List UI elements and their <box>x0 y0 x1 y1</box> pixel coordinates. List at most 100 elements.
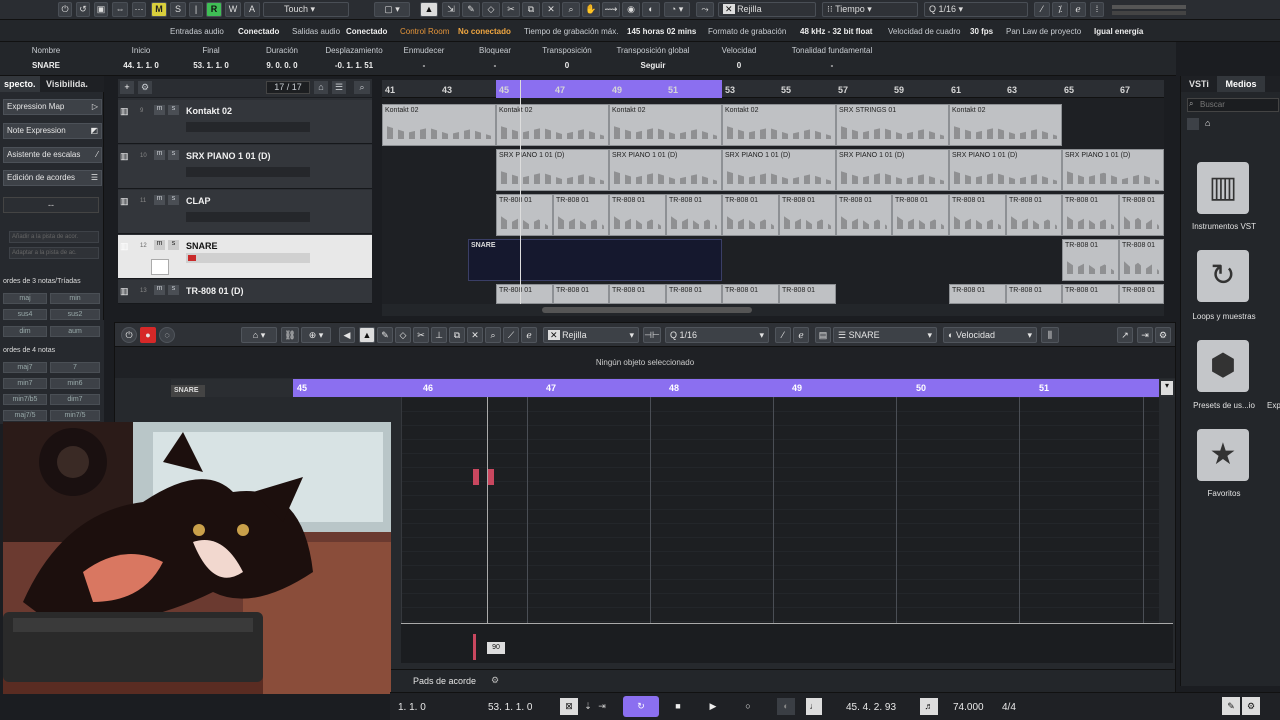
editor-pencil-icon[interactable]: ✎ <box>377 327 393 343</box>
editor-record-icon[interactable]: ● <box>140 327 156 343</box>
note-expression-button[interactable]: Note Expression ◩ <box>3 123 102 139</box>
pointer-tool-icon[interactable]: ▲ <box>420 2 438 17</box>
split-tool-icon[interactable]: ✂ <box>502 2 520 17</box>
time-format-icon[interactable]: ♩ <box>806 698 822 715</box>
transport-edit-icon[interactable]: ✎ <box>1222 697 1240 715</box>
midi-part[interactable]: TR-808 01 <box>779 194 836 236</box>
media-back-icon[interactable] <box>1187 118 1199 130</box>
cycle-button[interactable]: ↻ <box>623 696 659 717</box>
track-row-selected[interactable]: ▥ 12 m s SNARE <box>118 235 372 279</box>
pencil-tool-icon[interactable]: ✎ <box>462 2 480 17</box>
track-mute-button[interactable]: m <box>154 240 165 250</box>
activate-icon[interactable]: ⏻ <box>58 2 72 17</box>
track-row[interactable]: ▥ 13 m s TR-808 01 (D) <box>118 280 372 304</box>
track-solo-button[interactable]: s <box>168 195 179 205</box>
editor-equalizer-icon[interactable]: ⫼ <box>1041 327 1059 343</box>
metronome-icon[interactable]: ◐ <box>777 698 795 715</box>
iterative-quantize-icon[interactable]: ℯ <box>1070 2 1086 17</box>
track-controls[interactable] <box>186 122 310 132</box>
chord-min[interactable]: min <box>50 293 100 304</box>
dots-icon[interactable]: ⋯ <box>132 2 146 17</box>
tempo-track-icon[interactable]: ♬ <box>920 698 938 715</box>
midi-part[interactable]: Kontakt 02 <box>949 104 1062 146</box>
editor-pointer-icon[interactable]: ▲ <box>359 327 375 343</box>
track-controls[interactable] <box>186 253 310 263</box>
record-enable-button[interactable] <box>188 255 196 261</box>
midi-part[interactable]: TR-808 01 <box>1119 194 1164 236</box>
editor-lane-select[interactable]: ◐ Velocidad ▾ <box>943 327 1037 343</box>
midi-part[interactable]: SRX STRINGS 01 <box>836 104 949 146</box>
editor-link-icon[interactable]: ⛓ <box>281 327 299 343</box>
piano-keys-icon[interactable]: ▥ <box>1197 162 1249 214</box>
editor-note-color-icon[interactable]: ▤ <box>815 327 831 343</box>
adapt-chord-track-button[interactable]: Adaptar a la pista de ac. <box>9 247 99 259</box>
write-button[interactable]: W <box>225 2 241 17</box>
chord-min6[interactable]: min6 <box>50 378 100 389</box>
editor-mute-icon[interactable]: ✕ <box>467 327 483 343</box>
tools-icon[interactable]: ▢ ▾ <box>374 2 410 17</box>
midi-part[interactable]: TR-808 01 <box>1119 284 1164 304</box>
zoom-tool-icon[interactable]: ⌕ <box>562 2 580 17</box>
editor-power-icon[interactable]: ⏻ <box>121 327 137 343</box>
info-global-transpose[interactable]: Transposición global Seguir <box>612 46 694 70</box>
mute-button[interactable]: M <box>151 2 167 17</box>
monitor-icon[interactable]: ▣ <box>94 2 108 17</box>
listen-icon[interactable]: | <box>189 2 203 17</box>
midi-part[interactable]: TR-808 01 <box>553 194 609 236</box>
cycle-range[interactable] <box>496 80 722 98</box>
track-row[interactable]: ▥ 10 m s SRX PIANO 1 01 (D) <box>118 145 372 189</box>
midi-note[interactable] <box>488 469 494 485</box>
editor-autoscroll-icon[interactable]: ⊕ ▾ <box>301 327 331 343</box>
editor-iterative-icon[interactable]: ℯ <box>793 327 809 343</box>
glue-tool-icon[interactable]: ⧉ <box>522 2 540 17</box>
editor-solo-icon[interactable]: ⌂ ▾ <box>241 327 277 343</box>
track-folder-icon[interactable]: ⌂ <box>314 81 328 94</box>
editor-split-icon[interactable]: ⊥ <box>431 327 447 343</box>
comp-tool-icon[interactable]: ✋ <box>582 2 600 17</box>
midi-part[interactable]: TR-808 01 <box>666 194 722 236</box>
editor-grid-icon[interactable]: ⊣⊢ <box>643 327 661 343</box>
info-start[interactable]: Inicio 44. 1. 1. 0 <box>112 46 170 70</box>
midi-note[interactable] <box>473 469 479 485</box>
time-signature[interactable]: 4/4 <box>1002 699 1016 716</box>
midi-part[interactable]: Kontakt 02 <box>382 104 496 146</box>
chord-edit-button[interactable]: Edición de acordes ☰ <box>3 170 102 186</box>
quantize-reset-icon[interactable]: ⁒ <box>1052 2 1068 17</box>
automation-mode-select[interactable]: Touch ▾ <box>263 2 349 17</box>
midi-part[interactable]: SRX PIANO 1 01 (D) <box>722 149 836 191</box>
editor-snap-select[interactable]: ✕ Rejilla ▾ <box>543 327 639 343</box>
editor-expand-icon[interactable]: ↗ <box>1117 327 1133 343</box>
snap-icon[interactable]: ⤳ <box>696 2 714 17</box>
tab-visibility[interactable]: Visibilida. <box>42 76 90 92</box>
track-controls[interactable] <box>186 167 310 177</box>
editor-trim-icon[interactable]: ✂ <box>413 327 429 343</box>
midi-part[interactable]: SRX PIANO 1 01 (D) <box>1062 149 1164 191</box>
track-solo-button[interactable]: s <box>168 240 179 250</box>
midi-part[interactable]: TR-808 01 <box>609 194 666 236</box>
project-scrollbar[interactable] <box>382 304 1164 316</box>
chord-pads-label[interactable]: Pads de acorde <box>413 676 476 686</box>
chord-maj7[interactable]: maj7 <box>3 362 47 373</box>
star-icon[interactable]: ★ <box>1197 429 1249 481</box>
chord-pads-settings-icon[interactable]: ⚙ <box>491 675 499 686</box>
stop-button[interactable]: ■ <box>665 696 691 717</box>
punch-icon[interactable]: ⇣ <box>582 698 594 715</box>
editor-drumstick-icon[interactable]: ℯ <box>521 327 537 343</box>
editor-monitor-icon[interactable]: ◌ <box>159 327 175 343</box>
project-ruler[interactable]: 41 43 45 47 49 51 53 55 57 59 61 63 65 6… <box>382 80 1164 98</box>
editor-quantize-apply-icon[interactable]: ⁄ <box>775 327 791 343</box>
chord-sus4[interactable]: sus4 <box>3 309 47 320</box>
add-to-chord-track-button[interactable]: Añadir a la pista de acor. <box>9 231 99 243</box>
track-search-icon[interactable]: ⌕ <box>354 81 370 94</box>
midi-part[interactable]: TR-808 01 <box>1062 239 1119 281</box>
chord-sus2[interactable]: sus2 <box>50 309 100 320</box>
midi-part[interactable]: SRX PIANO 1 01 (D) <box>609 149 722 191</box>
right-locator[interactable]: 53. 1. 1. 0 <box>488 699 532 716</box>
record-button[interactable]: ○ <box>735 696 761 717</box>
info-transpose[interactable]: Transposición 0 <box>538 46 596 70</box>
midi-part[interactable]: TR-808 01 <box>666 284 722 304</box>
midi-part[interactable]: TR-808 01 <box>779 284 836 304</box>
midi-part[interactable]: SRX PIANO 1 01 (D) <box>949 149 1062 191</box>
grid-type-select[interactable]: ⁝⁝ Tiempo ▾ <box>822 2 918 17</box>
chord-maj7-5[interactable]: maj7/5 <box>3 410 47 421</box>
